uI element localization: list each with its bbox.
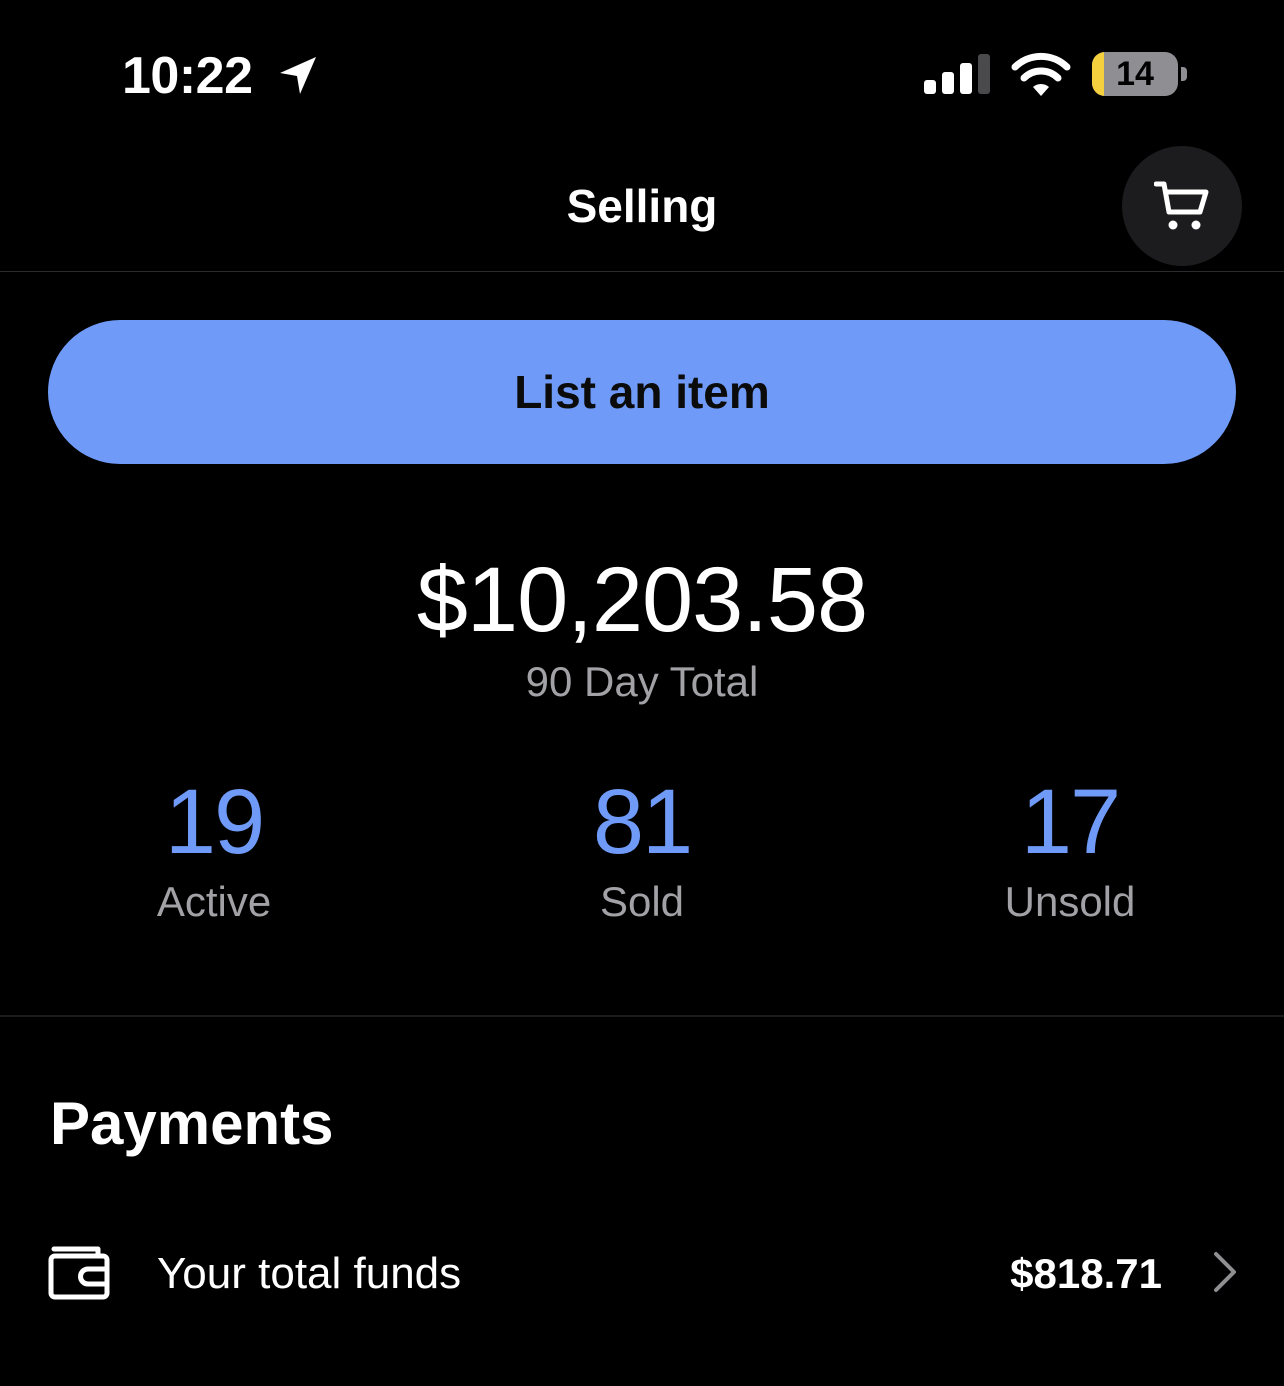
payments-heading: Payments bbox=[50, 1090, 334, 1157]
stat-value: 81 bbox=[592, 771, 693, 873]
stat-sold[interactable]: 81 Sold bbox=[428, 770, 856, 1015]
battery-tip bbox=[1181, 67, 1187, 81]
chevron-right-icon bbox=[1210, 1250, 1240, 1294]
header: Selling bbox=[0, 146, 1284, 272]
battery-body: 14 bbox=[1092, 52, 1178, 96]
location-arrow-icon bbox=[276, 54, 320, 98]
stat-label: Sold bbox=[599, 878, 685, 925]
wallet-icon bbox=[48, 1246, 110, 1300]
stat-value: 17 bbox=[1020, 771, 1121, 873]
cart-button[interactable] bbox=[1122, 146, 1242, 266]
cellular-signal-icon bbox=[924, 52, 992, 96]
stat-label: Active bbox=[156, 878, 272, 925]
cart-icon bbox=[1154, 181, 1209, 230]
battery-level: 14 bbox=[1116, 55, 1154, 93]
page-title: Selling bbox=[566, 180, 718, 232]
stat-label: Unsold bbox=[1004, 878, 1136, 925]
stat-unsold[interactable]: 17 Unsold bbox=[856, 770, 1284, 1015]
stat-active[interactable]: 19 Active bbox=[0, 770, 428, 1015]
funds-amount: $818.71 bbox=[1010, 1250, 1162, 1297]
list-an-item-button[interactable]: List an item bbox=[48, 320, 1236, 464]
funds-label: Your total funds bbox=[157, 1249, 462, 1298]
stat-value: 19 bbox=[164, 771, 265, 873]
battery-icon: 14 bbox=[1092, 50, 1190, 98]
total-amount[interactable]: $10,203.58 bbox=[0, 548, 1284, 652]
total-caption: 90 Day Total bbox=[525, 658, 759, 705]
status-bar: 10:22 14 bbox=[0, 0, 1284, 150]
status-time: 10:22 bbox=[122, 47, 253, 105]
total-funds-row[interactable]: Your total funds $818.71 bbox=[0, 1220, 1284, 1330]
wifi-icon bbox=[1010, 50, 1072, 98]
stats-row: 19 Active 81 Sold 17 Unsold bbox=[0, 770, 1284, 1017]
